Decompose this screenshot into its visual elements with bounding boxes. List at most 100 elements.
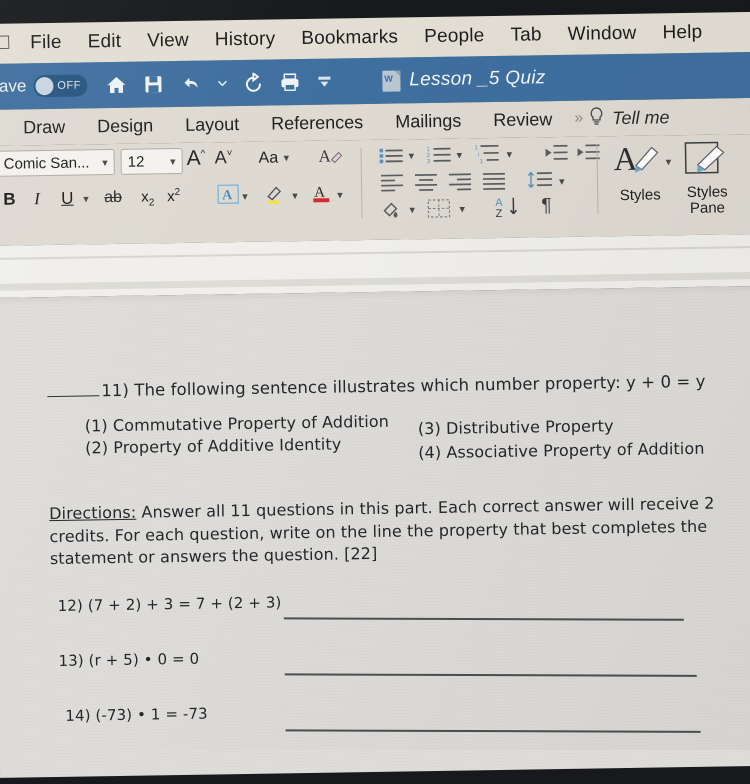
tab-overflow-icon[interactable]: »	[574, 110, 581, 128]
decrease-indent-icon[interactable]	[544, 144, 568, 166]
chevron-down-icon[interactable]: ▾	[102, 156, 108, 169]
redo-icon[interactable]	[243, 72, 263, 93]
svg-text:1: 1	[474, 145, 478, 151]
chevron-down-icon[interactable]: ▾	[83, 192, 89, 205]
tab-draw[interactable]: Draw	[7, 116, 81, 138]
menu-history[interactable]: History	[202, 28, 289, 51]
svg-text:A: A	[613, 142, 638, 178]
styles-pane-icon[interactable]	[683, 140, 728, 188]
customize-toolbar-icon[interactable]	[316, 75, 332, 89]
align-right-icon[interactable]	[449, 172, 473, 195]
chevron-down-icon[interactable]: ▾	[284, 151, 290, 164]
directions-text: Answer all 11 questions in this part. Ea…	[49, 494, 714, 569]
svg-text:i: i	[478, 152, 479, 158]
svg-text:A: A	[318, 147, 331, 166]
chevron-down-icon[interactable]: ▾	[292, 189, 298, 202]
tab-layout[interactable]: Layout	[169, 113, 255, 135]
line-spacing-icon[interactable]	[527, 171, 553, 194]
multilevel-list-icon[interactable]: 1i1	[474, 143, 502, 169]
shading-icon[interactable]	[381, 199, 403, 224]
document-title-area[interactable]: Lesson _5 Quiz	[382, 67, 546, 92]
show-formatting-marks-icon[interactable]: ¶	[541, 195, 552, 217]
menu-people[interactable]: People	[411, 25, 498, 48]
directions-heading: Directions:	[49, 503, 136, 523]
svg-text:A: A	[222, 188, 233, 203]
tab-references[interactable]: References	[255, 111, 379, 134]
font-size-value: 12	[128, 153, 145, 170]
answer-blank[interactable]	[47, 382, 99, 397]
question-11-text: The following sentence illustrates which…	[134, 372, 706, 400]
autosave-toggle[interactable]: OFF	[33, 74, 87, 97]
menu-view[interactable]: View	[134, 30, 202, 53]
toggle-knob	[35, 77, 53, 95]
autosave-control[interactable]: toSave OFF	[0, 74, 88, 98]
menu-window[interactable]: Window	[555, 23, 650, 46]
tell-me-label: Tell me	[612, 107, 670, 129]
menu-help[interactable]: Help	[649, 22, 715, 45]
menu-file[interactable]: File	[17, 32, 75, 55]
superscript-icon[interactable]: x2	[167, 187, 180, 205]
styles-icon[interactable]: A	[613, 139, 662, 191]
font-size-input[interactable]: 12 ▾	[120, 148, 182, 175]
tab-design[interactable]: Design	[81, 115, 169, 137]
sort-icon[interactable]: AZ	[495, 196, 521, 223]
change-case-icon[interactable]: Aa	[258, 149, 278, 167]
question-11-number: 11)	[101, 381, 129, 400]
undo-icon[interactable]	[179, 74, 201, 94]
chevron-down-icon[interactable]: ▾	[666, 155, 672, 168]
lightbulb-icon	[588, 106, 605, 131]
italic-icon[interactable]: I	[34, 189, 40, 209]
clear-formatting-icon[interactable]: A	[318, 144, 342, 174]
svg-text:1: 1	[480, 159, 484, 164]
text-effects-icon[interactable]: A	[217, 184, 239, 210]
screen-photo:  File Edit View History Bookmarks Peopl…	[0, 0, 750, 784]
font-color-icon[interactable]: A	[311, 182, 333, 209]
svg-text:Z: Z	[495, 208, 502, 218]
subscript-icon[interactable]: x2	[141, 188, 154, 208]
chevron-down-icon[interactable]: ▾	[170, 155, 176, 168]
chevron-down-icon[interactable]: ▾	[559, 175, 565, 188]
chevron-down-icon[interactable]: ▾	[242, 190, 248, 203]
shrink-font-icon[interactable]: A˅	[214, 147, 232, 168]
question-11-line: 11) The following sentence illustrates w…	[47, 372, 706, 401]
tab-mailings[interactable]: Mailings	[379, 110, 477, 133]
chevron-down-icon[interactable]: ▾	[456, 149, 462, 162]
answer-line-12[interactable]	[284, 617, 684, 620]
highlight-color-icon[interactable]	[264, 183, 286, 210]
question-13-number: 13)	[58, 652, 84, 670]
borders-icon[interactable]	[427, 199, 451, 224]
home-icon[interactable]	[105, 75, 127, 95]
word-document-icon	[382, 70, 400, 91]
align-left-icon[interactable]	[381, 173, 405, 196]
underline-icon[interactable]: U	[61, 189, 74, 209]
question-11-choice-1: (1) Commutative Property of Addition	[85, 412, 389, 436]
ribbon-body: Comic San... ▾ 12 ▾ A^ A˅ Aa ▾ A B I U ▾…	[0, 134, 750, 246]
question-11-choice-4: (4) Associative Property of Addition	[418, 439, 705, 462]
save-icon[interactable]	[143, 74, 163, 94]
font-name-input[interactable]: Comic San... ▾	[0, 149, 115, 177]
answer-line-14[interactable]	[286, 729, 701, 732]
document-page[interactable]: 11) The following sentence illustrates w…	[0, 286, 750, 778]
chevron-down-icon[interactable]: ▾	[337, 188, 343, 201]
chevron-down-icon[interactable]: ▾	[506, 148, 512, 161]
print-icon[interactable]	[279, 72, 300, 92]
chevron-down-icon[interactable]: ▾	[408, 149, 414, 162]
strikethrough-icon[interactable]: ab	[104, 189, 122, 207]
apple-menu[interactable]: 	[0, 33, 17, 55]
justify-icon[interactable]	[483, 172, 507, 195]
menu-tab[interactable]: Tab	[497, 24, 555, 47]
chevron-down-icon[interactable]: ▾	[459, 203, 465, 216]
grow-font-icon[interactable]: A^	[186, 147, 205, 171]
align-center-icon[interactable]	[415, 173, 439, 196]
menu-edit[interactable]: Edit	[74, 31, 134, 54]
tab-review[interactable]: Review	[477, 108, 568, 130]
numbering-icon[interactable]: 123	[426, 145, 452, 170]
undo-dropdown-icon[interactable]	[217, 79, 227, 87]
answer-line-13[interactable]	[285, 673, 697, 676]
tell-me-control[interactable]: » Tell me	[574, 105, 670, 131]
bold-icon[interactable]: B	[3, 190, 16, 210]
menu-bookmarks[interactable]: Bookmarks	[288, 26, 411, 50]
styles-pane-label-line1: Styles	[676, 184, 738, 201]
bullets-icon[interactable]	[378, 145, 404, 170]
chevron-down-icon[interactable]: ▾	[409, 203, 415, 216]
